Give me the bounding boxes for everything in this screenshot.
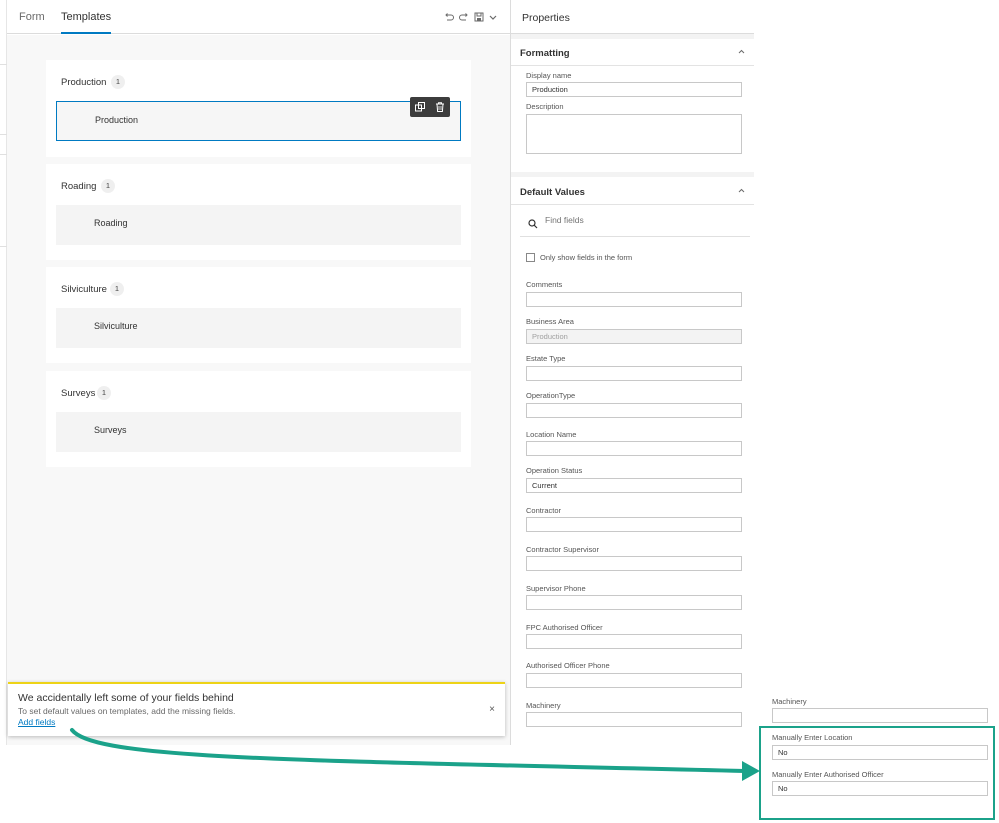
missing-fields-notice: We accidentally left some of your fields… (8, 682, 505, 736)
field-label: Operation Status (526, 466, 583, 475)
callout-machinery-field[interactable] (772, 708, 988, 723)
field-label: FPC Authorised Officer (526, 623, 603, 632)
template-group-surveys: Surveys 1 Surveys (46, 371, 471, 467)
field-label: Machinery (526, 701, 561, 710)
machinery-field[interactable] (526, 712, 742, 727)
display-name-label: Display name (526, 71, 572, 80)
fpc-authorised-officer-field[interactable] (526, 634, 742, 649)
tile-label: Production (95, 115, 139, 125)
contractor-field[interactable] (526, 517, 742, 532)
field-label: Comments (526, 280, 563, 289)
field-label: OperationType (526, 391, 576, 400)
count-badge: 1 (110, 282, 124, 296)
display-name-field[interactable]: Production (526, 82, 742, 97)
undo-icon[interactable] (443, 11, 455, 23)
field-label: Supervisor Phone (526, 584, 586, 593)
template-group-roading: Roading 1 Roading (46, 164, 471, 260)
count-badge: 1 (111, 75, 125, 89)
default-values-section-header[interactable]: Default Values (511, 177, 754, 205)
count-badge: 1 (101, 179, 115, 193)
add-fields-link[interactable]: Add fields (18, 717, 55, 727)
field-label: Contractor (526, 506, 562, 515)
field-label: Authorised Officer Phone (526, 661, 610, 670)
tile-label: Surveys (94, 425, 127, 435)
close-icon[interactable]: × (489, 704, 495, 715)
chevron-up-icon[interactable] (737, 186, 746, 197)
section-title: Default Values (520, 187, 585, 198)
count-badge: 1 (97, 386, 111, 400)
find-fields-input[interactable] (545, 215, 735, 225)
tab-templates[interactable]: Templates (61, 0, 112, 34)
tile-label: Silviculture (94, 321, 138, 331)
redo-icon[interactable] (458, 11, 470, 23)
field-label: Business Area (526, 317, 574, 326)
callout-field-label: Manually Enter Location (772, 733, 853, 742)
field-label: Estate Type (526, 354, 566, 363)
manually-enter-location-field[interactable]: No (772, 745, 988, 760)
notice-message: To set default values on templates, add … (18, 706, 236, 716)
search-icon (528, 216, 538, 229)
chevron-down-icon[interactable] (487, 11, 499, 23)
contractor-supervisor-field[interactable] (526, 556, 742, 571)
estate-type-field[interactable] (526, 366, 742, 381)
tile-actions (410, 97, 450, 117)
description-field[interactable] (526, 114, 742, 154)
template-tile-silviculture[interactable]: Silviculture (56, 308, 461, 348)
location-name-field[interactable] (526, 441, 742, 456)
only-show-label: Only show fields in the form (540, 253, 633, 262)
group-title: Silviculture (61, 284, 107, 295)
notice-title: We accidentally left some of your fields… (18, 692, 234, 704)
properties-title: Properties (522, 12, 570, 24)
template-tile-production[interactable]: Production (56, 97, 461, 141)
save-icon[interactable] (473, 11, 485, 23)
description-label: Description (526, 102, 564, 111)
group-title: Production (61, 77, 107, 88)
properties-header: Properties (511, 0, 754, 34)
group-title: Surveys (61, 388, 96, 399)
comments-field[interactable] (526, 292, 742, 307)
field-label: Location Name (526, 430, 577, 439)
template-group-production: Production 1 Production (46, 60, 471, 157)
properties-panel: Properties Formatting Display name Produ… (510, 0, 754, 745)
only-show-checkbox[interactable] (526, 253, 535, 262)
tab-form[interactable]: Form (19, 0, 45, 34)
tile-label: Roading (94, 218, 128, 228)
callout-field-label: Manually Enter Authorised Officer (772, 770, 884, 779)
left-strip (0, 0, 7, 745)
group-title: Roading (61, 181, 97, 192)
template-tile-surveys[interactable]: Surveys (56, 412, 461, 452)
app-root: Form Templates Production 1 Production R… (0, 0, 999, 823)
supervisor-phone-field[interactable] (526, 595, 742, 610)
business-area-field: Production (526, 329, 742, 344)
templates-canvas: Production 1 Production Roading 1 Roadin… (7, 35, 510, 745)
operation-type-field[interactable] (526, 403, 742, 418)
field-label: Contractor Supervisor (526, 545, 599, 554)
tab-bar: Form Templates (7, 0, 510, 34)
find-fields-search (520, 207, 750, 237)
manually-enter-authorised-officer-field[interactable]: No (772, 781, 988, 796)
section-title: Formatting (520, 48, 570, 59)
template-group-silviculture: Silviculture 1 Silviculture (46, 267, 471, 363)
chevron-up-icon[interactable] (737, 47, 746, 58)
duplicate-icon[interactable] (414, 101, 426, 113)
delete-icon[interactable] (434, 101, 446, 113)
callout-field-label: Machinery (772, 697, 807, 706)
operation-status-field[interactable]: Current (526, 478, 742, 493)
template-tile-roading[interactable]: Roading (56, 205, 461, 245)
formatting-section-header[interactable]: Formatting (511, 38, 754, 66)
authorised-officer-phone-field[interactable] (526, 673, 742, 688)
